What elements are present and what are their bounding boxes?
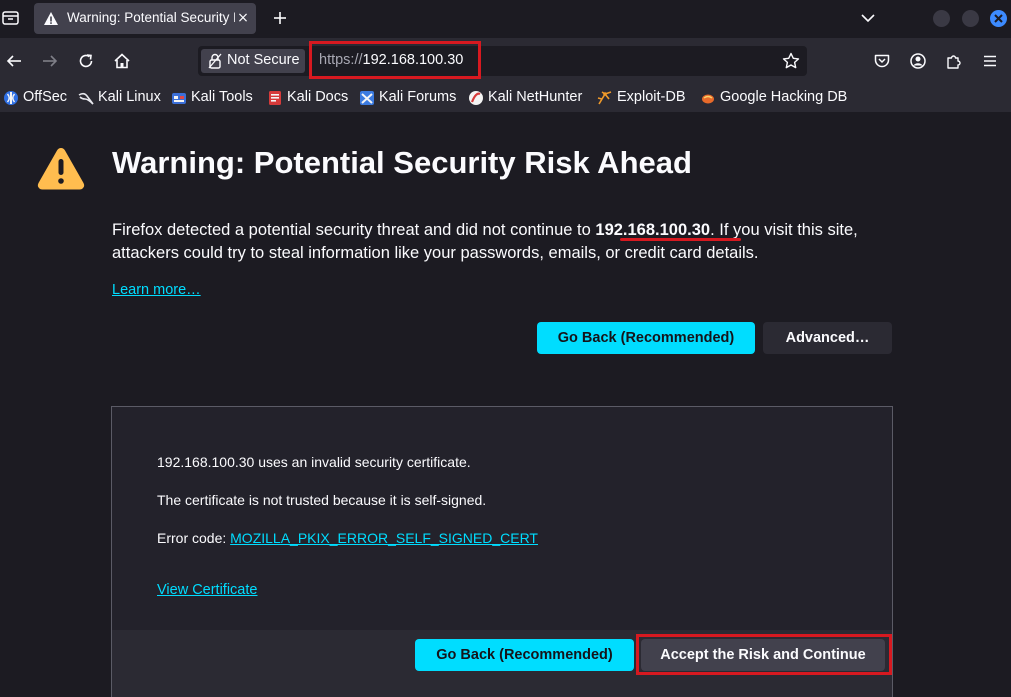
bookmark-label: Kali Linux [98,89,161,105]
back-arrow-icon[interactable] [4,51,24,71]
home-icon[interactable] [112,51,132,71]
active-tab[interactable]: Warning: Potential Security Risk Ahead × [34,3,256,34]
kali-tools-icon [171,90,187,106]
forward-arrow-icon[interactable] [40,51,60,71]
bookmark-label: Kali Tools [191,89,253,105]
bookmark-label: Kali Forums [379,89,457,105]
extensions-puzzle-icon[interactable] [944,51,964,71]
invalid-certificate-text: 192.168.100.30 uses an invalid security … [157,454,471,470]
page-title: Warning: Potential Security Risk Ahead [112,145,692,180]
nethunter-icon [468,90,484,106]
close-window-button[interactable] [990,10,1007,27]
warning-favicon-icon [43,11,59,27]
url-bar[interactable]: Not Secure https://192.168.100.30 [198,46,807,76]
error-code-link[interactable]: MOZILLA_PKIX_ERROR_SELF_SIGNED_CERT [230,530,538,546]
learn-more-link[interactable]: Learn more… [112,282,201,298]
url-highlight-box [309,41,481,79]
bookmark-label: Kali Docs [287,89,349,105]
not-secure-label: Not Secure [227,52,300,68]
tab-strip: Warning: Potential Security Risk Ahead × [0,0,1011,38]
intro-host: 192.168.100.30 [595,221,711,239]
advanced-button[interactable]: Advanced… [763,322,892,354]
host-highlight-underline [620,238,741,241]
ghdb-icon [700,90,716,106]
bookmark-star-icon[interactable] [781,51,801,71]
go-back-button[interactable]: Go Back (Recommended) [537,322,755,354]
kali-forums-icon [359,90,375,106]
warning-icon [36,145,86,191]
tab-title: Warning: Potential Security Risk Ahead [67,10,235,25]
kali-dragon-icon [78,90,94,106]
bookmark-label: Google Hacking DB [720,89,848,105]
new-tab-icon[interactable] [270,8,290,28]
accept-highlight-box [636,634,892,675]
insecure-lock-icon [207,53,223,69]
account-icon[interactable] [908,51,928,71]
chevron-down-icon[interactable] [858,8,878,28]
page-content: Warning: Potential Security Risk Ahead F… [0,112,1011,697]
reload-icon[interactable] [76,51,96,71]
view-certificate-link[interactable]: View Certificate [157,582,257,598]
navigation-bar: Not Secure https://192.168.100.30 [0,38,1011,84]
warning-description: Firefox detected a potential security th… [112,219,892,265]
self-signed-text: The certificate is not trusted because i… [157,492,487,508]
error-code-line: Error code: MOZILLA_PKIX_ERROR_SELF_SIGN… [157,530,538,546]
close-tab-icon[interactable]: × [235,9,251,27]
offsec-icon [3,90,19,106]
site-identity-button[interactable]: Not Secure [201,49,305,73]
intro-text-before: Firefox detected a potential security th… [112,221,596,239]
minimize-window-button[interactable] [933,10,950,27]
go-back-button-secondary[interactable]: Go Back (Recommended) [415,639,634,671]
bookmark-label: Kali NetHunter [488,89,583,105]
exploit-db-icon [597,90,613,106]
kali-docs-icon [267,90,283,106]
bookmark-label: Exploit-DB [617,89,686,105]
error-code-label: Error code: [157,530,231,546]
pocket-icon[interactable] [872,51,892,71]
maximize-window-button[interactable] [962,10,979,27]
hamburger-menu-icon[interactable] [980,51,1000,71]
bookmark-label: OffSec [23,89,68,105]
bookmarks-toolbar: OffSec Kali Linux Kali Tools Kali Docs K… [0,84,1011,112]
list-all-tabs-icon[interactable] [1,8,21,28]
